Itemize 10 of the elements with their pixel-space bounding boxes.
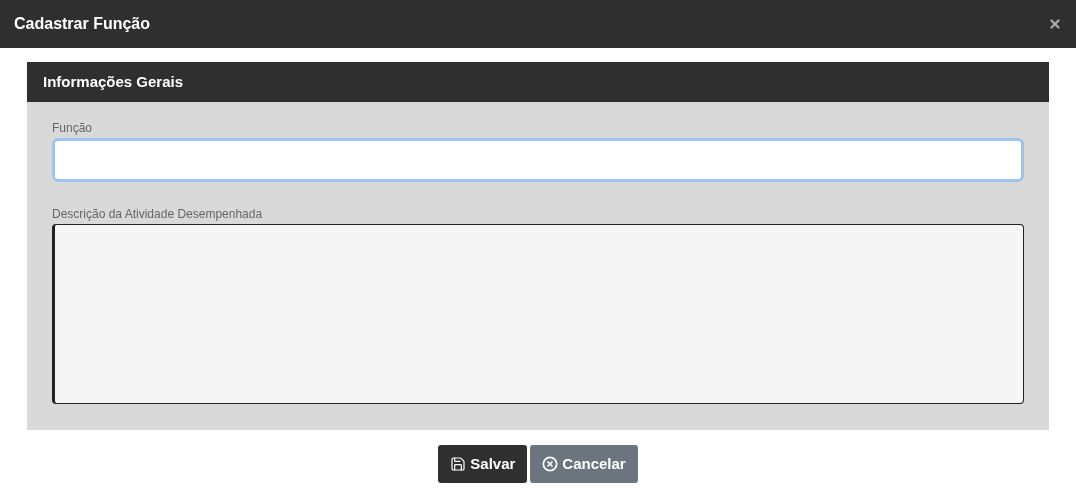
close-icon[interactable] xyxy=(1048,17,1062,31)
cancel-button[interactable]: Cancelar xyxy=(530,445,638,483)
field-label: Descrição da Atividade Desempenhada xyxy=(52,206,264,222)
save-button[interactable]: Salvar xyxy=(438,445,528,483)
text-area[interactable] xyxy=(52,224,1024,404)
window-title: Cadastrar Função xyxy=(14,14,151,34)
input-field[interactable] xyxy=(52,138,1024,182)
field-label: Função xyxy=(52,120,94,136)
section-title: Informações Gerais xyxy=(43,71,184,92)
cancel-icon xyxy=(542,456,559,472)
